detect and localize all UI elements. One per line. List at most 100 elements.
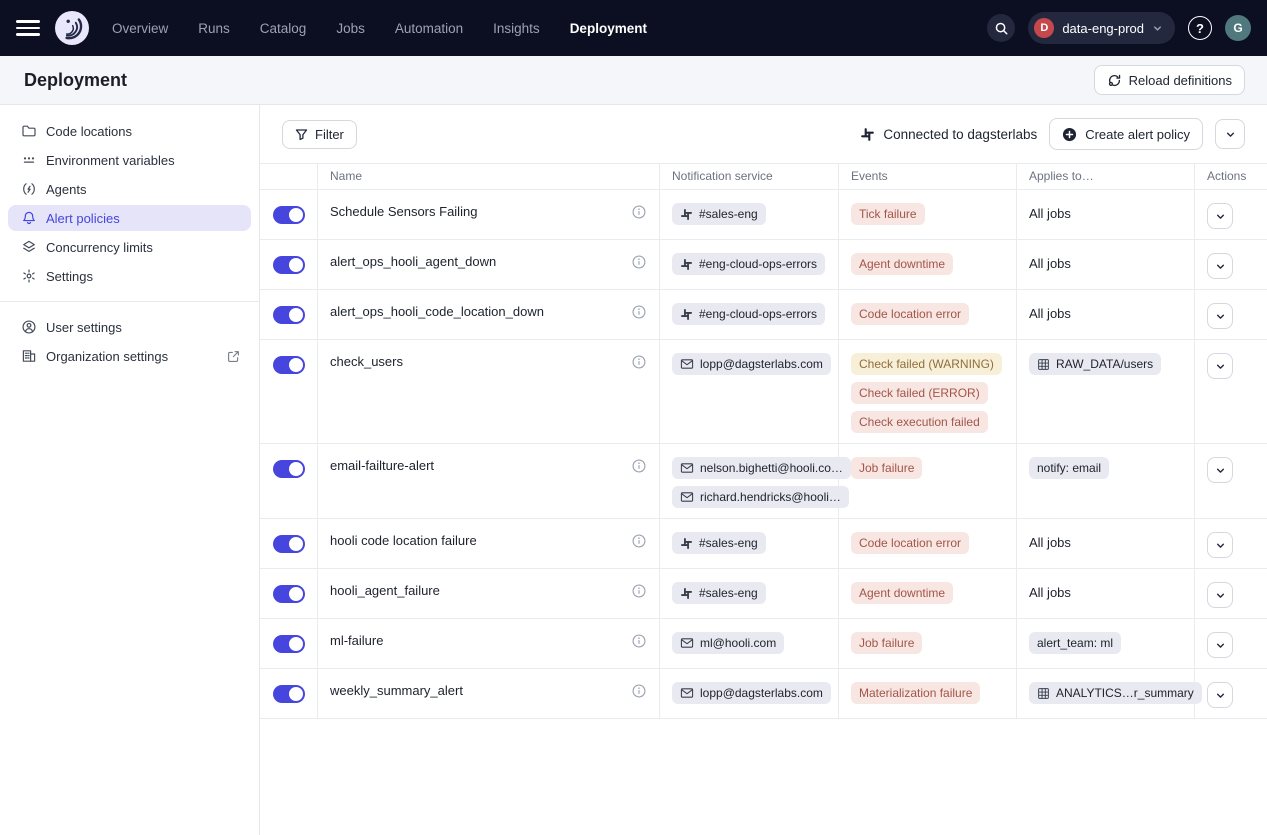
- sidebar-item-environment-variables[interactable]: Environment variables: [8, 147, 251, 173]
- notification-tag: lopp@dagsterlabs.com: [672, 682, 831, 704]
- row-actions-button[interactable]: [1207, 532, 1233, 558]
- alert-policy-name: hooli_agent_failure: [330, 583, 440, 598]
- row-actions-button[interactable]: [1207, 353, 1233, 379]
- more-actions-button[interactable]: [1215, 119, 1245, 149]
- nav-item-deployment[interactable]: Deployment: [570, 21, 647, 36]
- row-actions-button[interactable]: [1207, 303, 1233, 329]
- search-button[interactable]: [987, 14, 1015, 42]
- hamburger-menu-icon[interactable]: [16, 16, 40, 40]
- applies-to-tag: ANALYTICS…r_summary: [1029, 682, 1202, 704]
- enable-toggle[interactable]: [273, 685, 305, 703]
- sidebar-item-label: User settings: [46, 320, 122, 335]
- alert-policy-name: ml-failure: [330, 633, 383, 648]
- info-icon[interactable]: [631, 458, 647, 474]
- table-row: weekly_summary_alert lopp@dagsterlabs.com…: [260, 669, 1267, 719]
- row-actions-button[interactable]: [1207, 632, 1233, 658]
- row-actions-button[interactable]: [1207, 682, 1233, 708]
- row-actions-button[interactable]: [1207, 457, 1233, 483]
- external-icon: [226, 349, 241, 364]
- alert-policies-toolbar: Filter Connected to dagsterlabs Create a…: [260, 105, 1267, 163]
- event-badge: Check failed (WARNING): [851, 353, 1002, 375]
- enable-toggle[interactable]: [273, 206, 305, 224]
- nav-item-runs[interactable]: Runs: [198, 21, 230, 36]
- deployment-sidebar: Code locations Environment variables Agent…: [0, 105, 260, 835]
- nav-item-jobs[interactable]: Jobs: [336, 21, 365, 36]
- email-icon: [680, 461, 694, 475]
- column-header-applies-to: Applies to…: [1017, 164, 1195, 189]
- alert-policy-name: Schedule Sensors Failing: [330, 204, 477, 219]
- reload-definitions-button[interactable]: Reload definitions: [1094, 65, 1245, 95]
- agents-icon: [21, 181, 37, 197]
- deployment-switcher[interactable]: D data-eng-prod: [1028, 12, 1175, 44]
- applies-to-value: All jobs: [1029, 253, 1071, 275]
- slack-icon: [680, 308, 693, 321]
- slack-icon: [680, 258, 693, 271]
- user-avatar[interactable]: G: [1225, 15, 1251, 41]
- enable-toggle[interactable]: [273, 460, 305, 478]
- info-icon[interactable]: [631, 304, 647, 320]
- enable-toggle[interactable]: [273, 356, 305, 374]
- enable-toggle[interactable]: [273, 256, 305, 274]
- dagster-logo-icon[interactable]: [54, 10, 90, 46]
- chevron-icon: [1214, 464, 1227, 477]
- nav-item-automation[interactable]: Automation: [395, 21, 463, 36]
- plus-icon: [1062, 127, 1077, 142]
- asset-icon: [1037, 358, 1050, 371]
- nav-item-insights[interactable]: Insights: [493, 21, 540, 36]
- enable-toggle[interactable]: [273, 535, 305, 553]
- row-actions-button[interactable]: [1207, 582, 1233, 608]
- chevron-icon: [1214, 639, 1227, 652]
- table-row: Schedule Sensors Failing#sales-engTick f…: [260, 190, 1267, 240]
- sidebar-item-user-settings[interactable]: User settings: [8, 314, 251, 340]
- sidebar-item-concurrency-limits[interactable]: Concurrency limits: [8, 234, 251, 260]
- event-badge: Code location error: [851, 532, 969, 554]
- row-actions-button[interactable]: [1207, 253, 1233, 279]
- slack-icon: [680, 587, 693, 600]
- event-badge: Materialization failure: [851, 682, 980, 704]
- column-header-events: Events: [839, 164, 1017, 189]
- user-icon: [21, 319, 37, 335]
- enable-toggle[interactable]: [273, 585, 305, 603]
- notification-tag: #sales-eng: [672, 582, 766, 604]
- info-icon[interactable]: [631, 254, 647, 270]
- email-icon: [680, 686, 694, 700]
- chevron-icon: [1214, 689, 1227, 702]
- enable-toggle[interactable]: [273, 635, 305, 653]
- info-icon[interactable]: [631, 204, 647, 220]
- sidebar-divider: [0, 301, 259, 302]
- sidebar-item-alert-policies[interactable]: Alert policies: [8, 205, 251, 231]
- info-icon[interactable]: [631, 683, 647, 699]
- nav-item-catalog[interactable]: Catalog: [260, 21, 307, 36]
- nav-item-overview[interactable]: Overview: [112, 21, 168, 36]
- filter-button[interactable]: Filter: [282, 120, 357, 149]
- alert-policy-name: alert_ops_hooli_code_location_down: [330, 304, 544, 319]
- info-icon[interactable]: [631, 633, 647, 649]
- alert-policies-table: Name Notification service Events Applies…: [260, 163, 1267, 719]
- enable-toggle[interactable]: [273, 306, 305, 324]
- notification-tag: #sales-eng: [672, 203, 766, 225]
- sidebar-item-settings[interactable]: Settings: [8, 263, 251, 289]
- info-icon[interactable]: [631, 354, 647, 370]
- page-title: Deployment: [24, 70, 127, 91]
- email-icon: [680, 636, 694, 650]
- sidebar-item-agents[interactable]: Agents: [8, 176, 251, 202]
- create-alert-policy-button[interactable]: Create alert policy: [1049, 118, 1203, 150]
- env-icon: [21, 152, 37, 168]
- alert-policy-name: weekly_summary_alert: [330, 683, 463, 698]
- info-icon[interactable]: [631, 583, 647, 599]
- notification-tag: ml@hooli.com: [672, 632, 784, 654]
- connected-status: Connected to dagsterlabs: [860, 127, 1037, 142]
- sidebar-item-organization-settings[interactable]: Organization settings: [8, 343, 251, 369]
- page-header: Deployment Reload definitions: [0, 56, 1267, 105]
- info-icon[interactable]: [631, 533, 647, 549]
- event-badge: Job failure: [851, 457, 922, 479]
- sidebar-item-label: Alert policies: [46, 211, 120, 226]
- column-header-name: Name: [318, 164, 660, 189]
- sidebar-item-code-locations[interactable]: Code locations: [8, 118, 251, 144]
- help-button[interactable]: ?: [1188, 16, 1212, 40]
- sidebar-item-label: Organization settings: [46, 349, 168, 364]
- notification-tag: lopp@dagsterlabs.com: [672, 353, 831, 375]
- chevron-icon: [1214, 260, 1227, 273]
- row-actions-button[interactable]: [1207, 203, 1233, 229]
- chevron-icon: [1214, 310, 1227, 323]
